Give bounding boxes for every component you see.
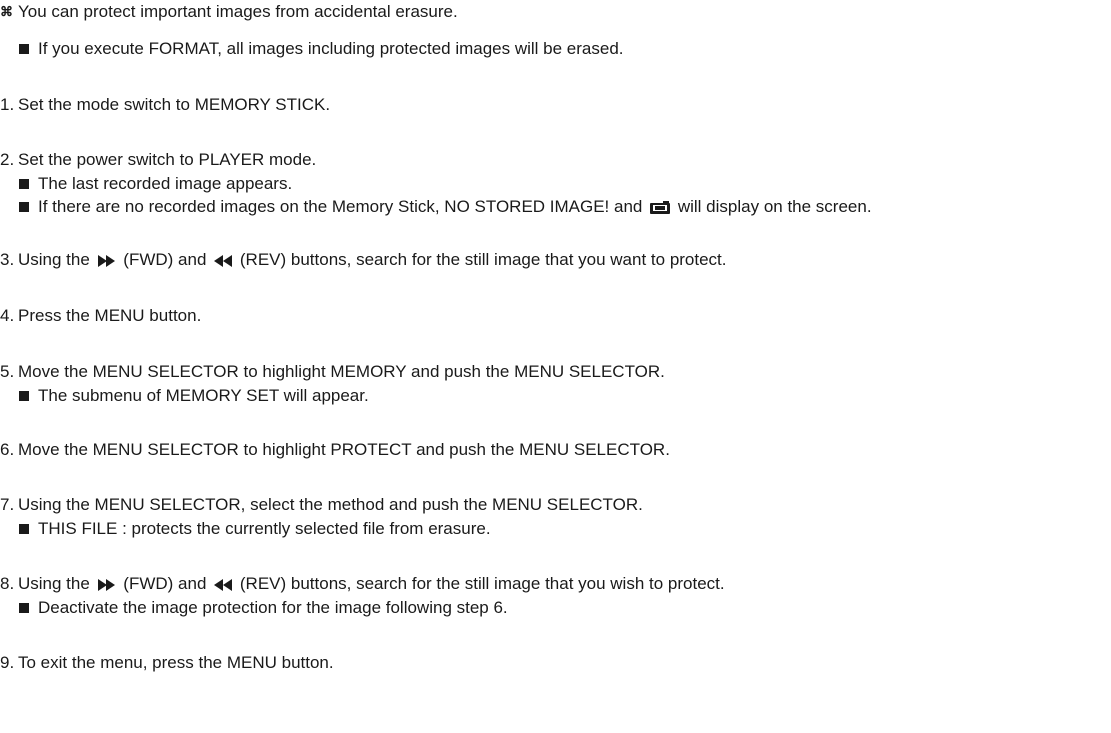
step-note-text: will display on the screen. <box>677 197 872 216</box>
step-note-text: THIS FILE : protects the currently selec… <box>38 519 491 538</box>
step-note-text: If there are no recorded images on the M… <box>38 197 643 216</box>
step-text: (REV) buttons, search for the still imag… <box>239 250 727 269</box>
step-number: 3. <box>0 250 15 269</box>
step-note-text: The last recorded image appears. <box>38 174 293 193</box>
square-bullet-icon <box>19 179 29 189</box>
fast-forward-icon <box>97 254 117 268</box>
step-text: Move the MENU SELECTOR to highlight PROT… <box>18 440 670 459</box>
fast-forward-icon <box>97 578 117 592</box>
step-text: Using the <box>18 250 90 269</box>
step-text: Set the mode switch to MEMORY STICK. <box>18 95 331 114</box>
step-text: Press the MENU button. <box>18 306 202 325</box>
step-text-row: Using the (FWD) and (REV) buttons, searc… <box>18 250 727 270</box>
step-note-text: Deactivate the image protection for the … <box>38 598 508 617</box>
step-text: Using the MENU SELECTOR, select the meth… <box>18 495 643 514</box>
square-bullet-icon <box>19 524 29 534</box>
step-number: 7. <box>0 495 15 514</box>
note-mark-icon: ⌘ <box>0 4 13 19</box>
square-bullet-icon <box>19 603 29 613</box>
intro-text: You can protect important images from ac… <box>18 2 458 21</box>
step-text: (FWD) and <box>123 574 207 593</box>
step-number: 8. <box>0 574 15 593</box>
square-bullet-icon <box>19 202 29 212</box>
step-text-row: Using the (FWD) and (REV) buttons, searc… <box>18 574 725 594</box>
step-number: 4. <box>0 306 15 325</box>
step-number: 1. <box>0 95 15 114</box>
step-number: 2. <box>0 150 15 169</box>
step-note-text-row: If there are no recorded images on the M… <box>38 197 872 217</box>
step-number: 6. <box>0 440 15 459</box>
step-text: To exit the menu, press the MENU button. <box>18 653 334 672</box>
step-text: Set the power switch to PLAYER mode. <box>18 150 317 169</box>
step-text: (REV) buttons, search for the still imag… <box>239 574 725 593</box>
intro-note-text: If you execute FORMAT, all images includ… <box>38 39 624 58</box>
step-note-text: The submenu of MEMORY SET will appear. <box>38 386 369 405</box>
memory-stick-icon <box>649 200 671 215</box>
step-number: 9. <box>0 653 15 672</box>
step-number: 5. <box>0 362 15 381</box>
square-bullet-icon <box>19 44 29 54</box>
step-text: Move the MENU SELECTOR to highlight MEMO… <box>18 362 665 381</box>
rewind-icon <box>213 578 233 592</box>
step-text: Using the <box>18 574 90 593</box>
step-text: (FWD) and <box>123 250 207 269</box>
rewind-icon <box>213 254 233 268</box>
manual-page: ⌘ You can protect important images from … <box>0 0 1111 733</box>
square-bullet-icon <box>19 391 29 401</box>
